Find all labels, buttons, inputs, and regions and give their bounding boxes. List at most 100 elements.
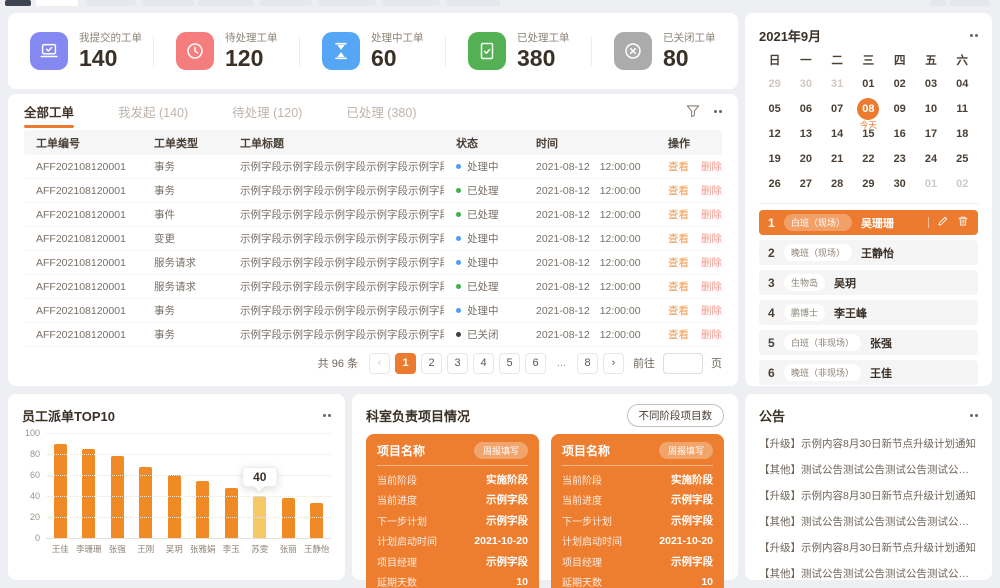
page-button-4[interactable]: 4 [473,353,494,374]
announcement-item[interactable]: 【其他】测试公告测试公告测试公告测试公告测试公告 [759,514,978,529]
filter-icon[interactable] [686,104,700,118]
calendar-day[interactable]: 18 [947,121,978,146]
stage-count-button[interactable]: 不同阶段项目数 [627,404,725,427]
calendar-day[interactable]: 04 [947,71,978,96]
more-icon[interactable] [323,414,332,417]
trash-icon[interactable] [957,214,969,232]
shift-row[interactable]: 4鹏博士李王峰 [759,300,978,325]
weekly-report-badge[interactable]: 周报填写 [474,442,528,459]
announcement-item[interactable]: 【升级】示例内容8月30日新节点升级计划通知 [759,540,978,555]
top-tab-stub[interactable] [318,0,376,6]
calendar-today[interactable]: 08 [857,98,879,120]
bar[interactable] [82,449,95,538]
top-tab-stub[interactable] [260,0,312,6]
calendar-day[interactable]: 20 [790,146,821,171]
project-card[interactable]: 项目名称周报填写当前阶段实施阶段当前进度示例字段下一步计划示例字段计划启动时间2… [366,434,539,588]
tab-待处理 (120)[interactable]: 待处理 (120) [232,94,302,128]
shift-row[interactable]: 3生物岛吴玥 [759,270,978,295]
view-link[interactable]: 查看 [668,207,689,222]
view-link[interactable]: 查看 [668,303,689,318]
page-button-3[interactable]: 3 [447,353,468,374]
top-tab-stub[interactable] [142,0,194,6]
calendar-day[interactable]: 08今天 [853,96,884,121]
bar[interactable] [310,503,323,538]
delete-link[interactable]: 删除 [701,327,722,342]
shift-row[interactable]: 6晚班（非现场）王佳 [759,360,978,385]
page-jump-input[interactable] [663,353,703,374]
bar[interactable] [139,467,152,538]
calendar-day[interactable]: 11 [947,96,978,121]
calendar-day[interactable]: 06 [790,96,821,121]
calendar-day[interactable]: 13 [790,121,821,146]
page-button-2[interactable]: 2 [421,353,442,374]
tab-全部工单[interactable]: 全部工单 [24,94,74,128]
announcement-item[interactable]: 【升级】示例内容8月30日新节点升级计划通知 [759,488,978,503]
bar[interactable] [54,444,67,539]
top-tab-stub[interactable] [382,0,440,6]
view-link[interactable]: 查看 [668,183,689,198]
top-tab-stub[interactable] [446,0,500,6]
shift-row[interactable]: 5白班（非现场）张强 [759,330,978,355]
bar[interactable] [168,475,181,538]
delete-link[interactable]: 删除 [701,183,722,198]
delete-link[interactable]: 删除 [701,255,722,270]
bar[interactable] [111,456,124,538]
page-button-6[interactable]: 6 [525,353,546,374]
more-icon[interactable] [714,110,723,113]
calendar-day[interactable]: 31 [822,71,853,96]
calendar-day[interactable]: 27 [790,171,821,196]
calendar-day[interactable]: 10 [915,96,946,121]
shift-row[interactable]: 1白班（现场）吴珊珊 [759,210,978,235]
view-link[interactable]: 查看 [668,231,689,246]
tab-我发起 (140)[interactable]: 我发起 (140) [118,94,188,128]
view-link[interactable]: 查看 [668,327,689,342]
page-button-5[interactable]: 5 [499,353,520,374]
calendar-day[interactable]: 12 [759,121,790,146]
calendar-day[interactable]: 14 [822,121,853,146]
view-link[interactable]: 查看 [668,159,689,174]
shift-row[interactable]: 2晚班（现场）王静怡 [759,240,978,265]
announcement-item[interactable]: 【其他】测试公告测试公告测试公告测试公告测试公告 [759,462,978,477]
edit-icon[interactable] [937,214,949,232]
more-icon[interactable] [970,34,979,37]
prev-page-button[interactable]: ‹ [369,353,390,374]
calendar-day[interactable]: 01 [915,171,946,196]
delete-link[interactable]: 删除 [701,159,722,174]
calendar-day[interactable]: 16 [884,121,915,146]
calendar-day[interactable]: 25 [947,146,978,171]
calendar-day[interactable]: 23 [884,146,915,171]
calendar-day[interactable]: 29 [759,71,790,96]
delete-link[interactable]: 删除 [701,279,722,294]
announcement-item[interactable]: 【升级】示例内容8月30日新节点升级计划通知 [759,436,978,451]
bar[interactable] [282,498,295,538]
announcement-item[interactable]: 【其他】测试公告测试公告测试公告测试公告测试公告 [759,566,978,581]
top-tab-stub[interactable] [198,0,254,6]
more-icon[interactable] [970,414,979,417]
weekly-report-badge[interactable]: 周报填写 [659,442,713,459]
top-tab-stub[interactable] [5,0,31,6]
calendar-day[interactable]: 17 [915,121,946,146]
delete-link[interactable]: 删除 [701,231,722,246]
calendar-day[interactable]: 21 [822,146,853,171]
top-tab-stub[interactable] [86,0,136,6]
calendar-day[interactable]: 02 [947,171,978,196]
delete-link[interactable]: 删除 [701,207,722,222]
calendar-day[interactable]: 07 [822,96,853,121]
calendar-day[interactable]: 09 [884,96,915,121]
view-link[interactable]: 查看 [668,279,689,294]
calendar-day[interactable]: 28 [822,171,853,196]
bar[interactable] [196,481,209,538]
calendar-day[interactable]: 19 [759,146,790,171]
view-link[interactable]: 查看 [668,255,689,270]
project-card[interactable]: 项目名称周报填写当前阶段实施阶段当前进度示例字段下一步计划示例字段计划启动时间2… [551,434,724,588]
delete-link[interactable]: 删除 [701,303,722,318]
calendar-day[interactable]: 05 [759,96,790,121]
calendar-day[interactable]: 26 [759,171,790,196]
calendar-day[interactable]: 24 [915,146,946,171]
calendar-day[interactable]: 22 [853,146,884,171]
calendar-day[interactable]: 01 [853,71,884,96]
calendar-day[interactable]: 29 [853,171,884,196]
calendar-day[interactable]: 02 [884,71,915,96]
calendar-day[interactable]: 03 [915,71,946,96]
top-tab-stub[interactable] [930,0,946,6]
